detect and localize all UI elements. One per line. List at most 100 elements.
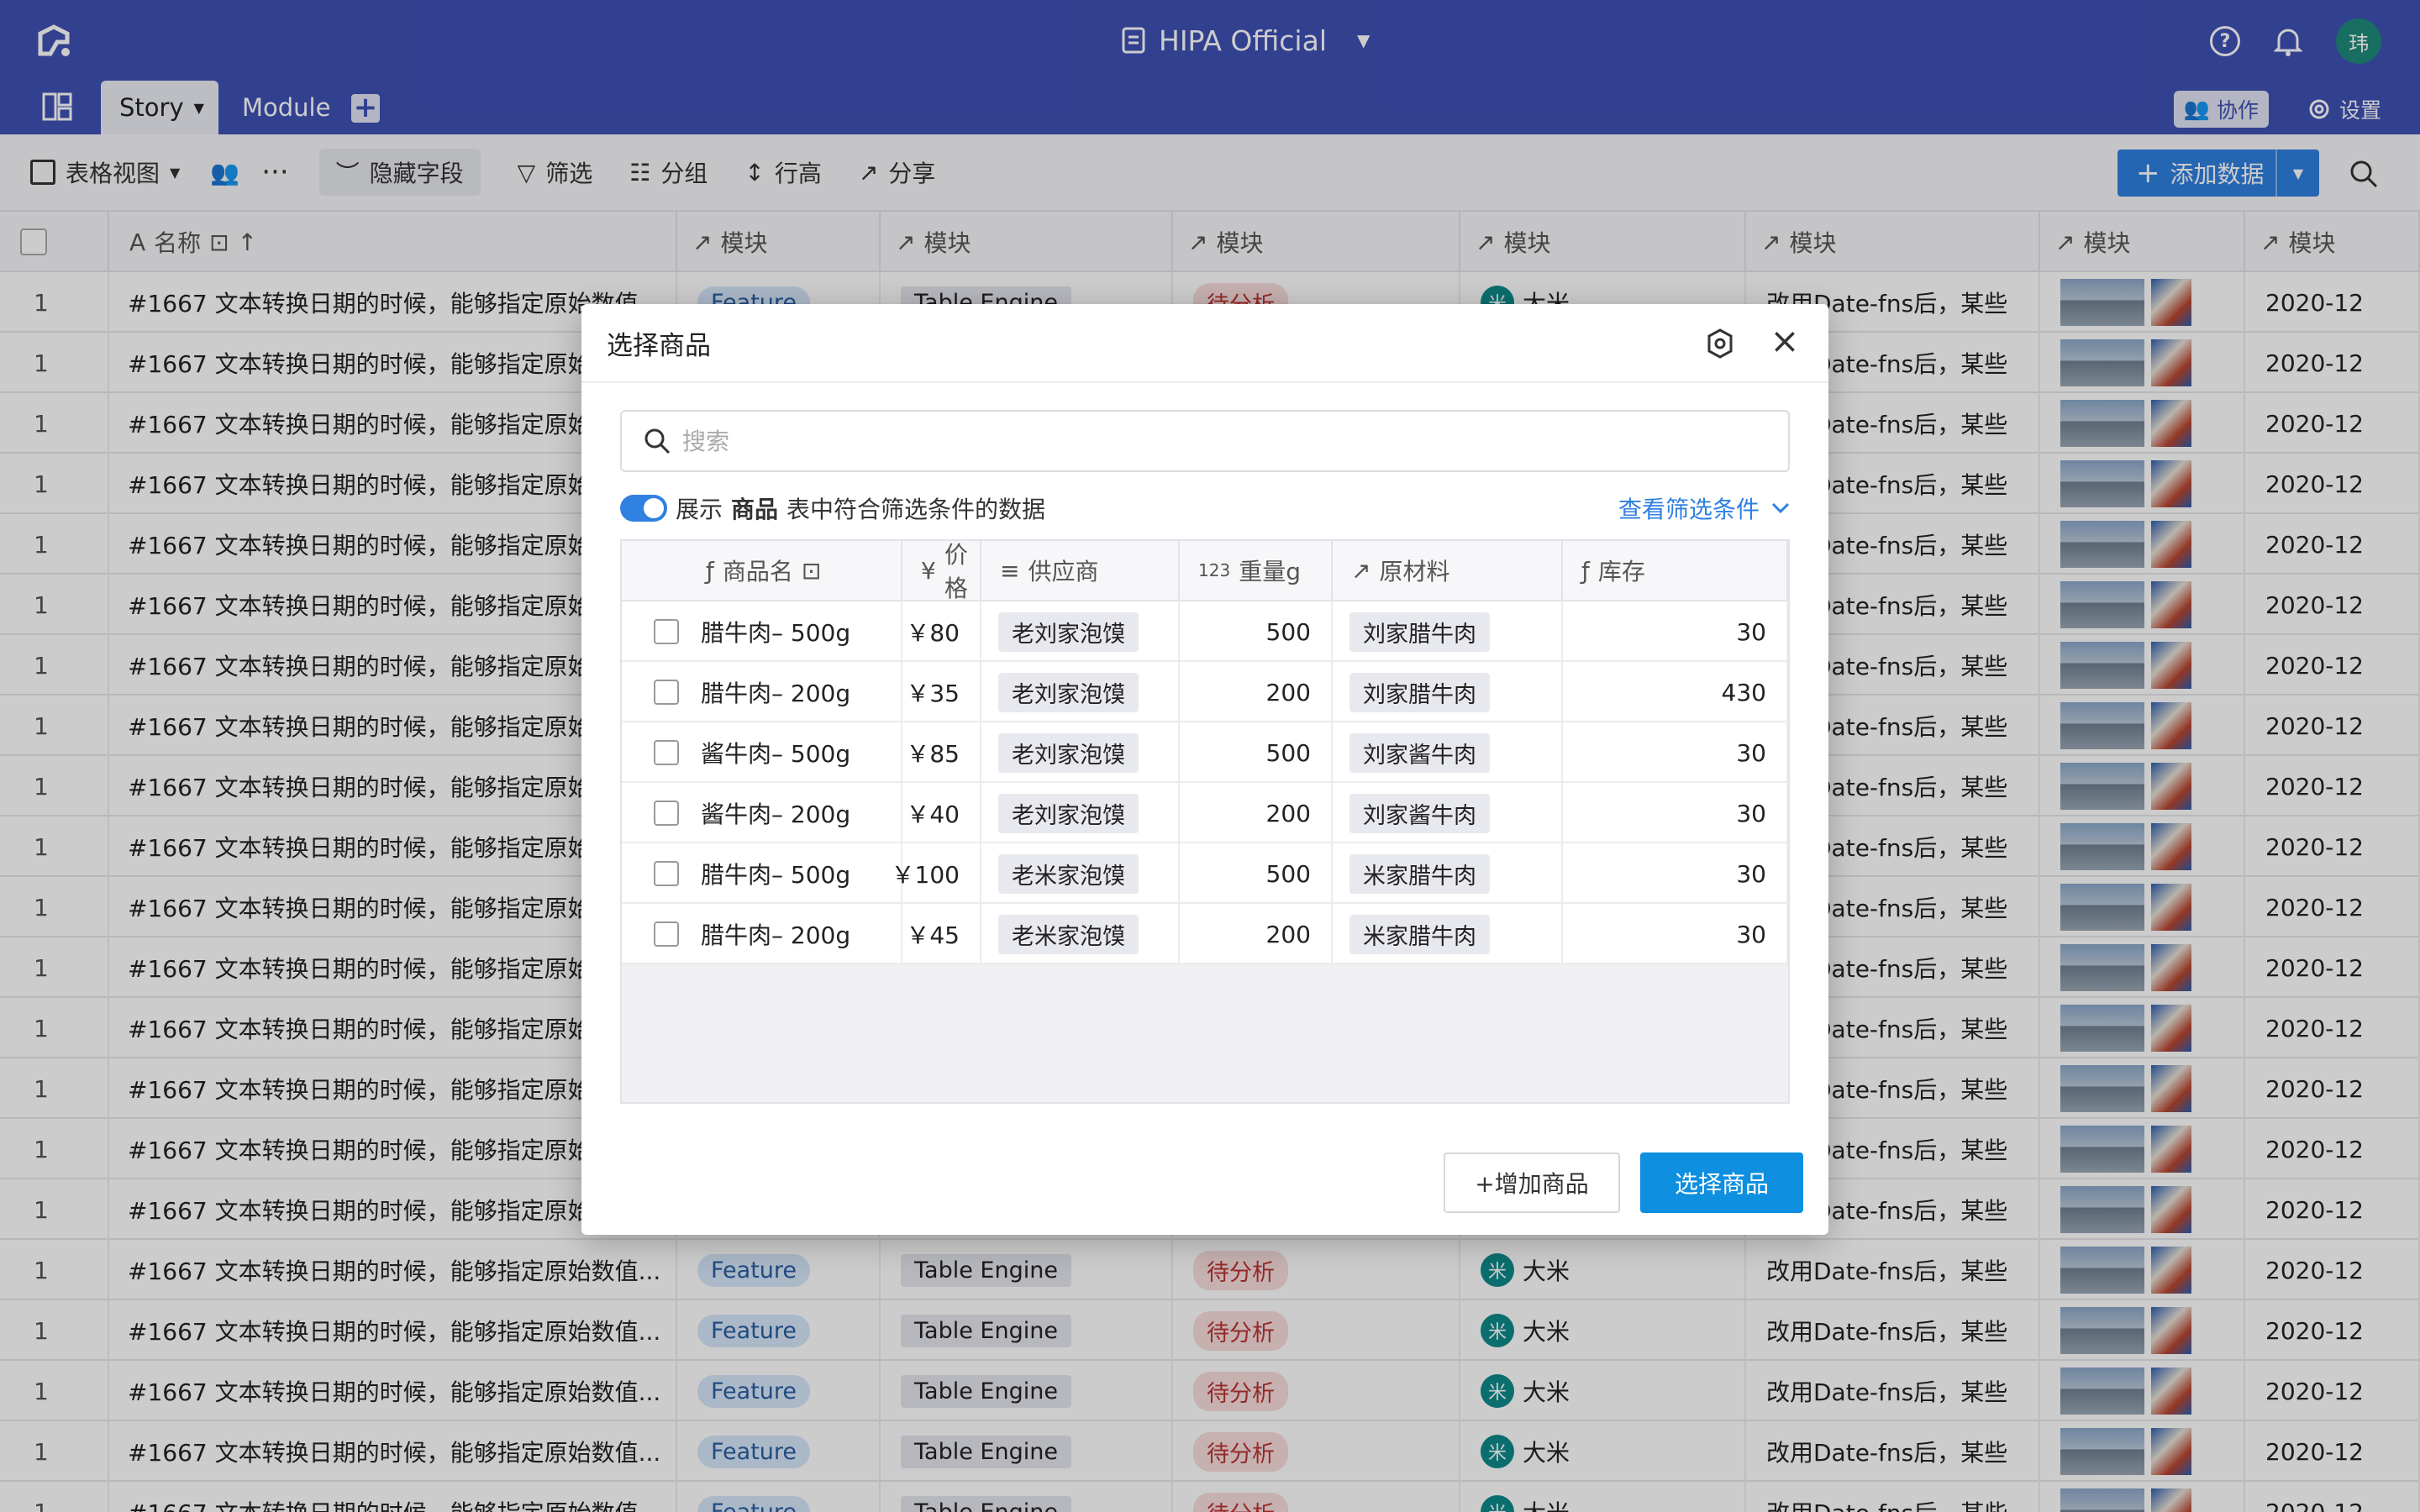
supplier-cell: 老米家泡馍 — [981, 904, 1180, 964]
product-name-cell[interactable]: 腊牛肉– 500g — [622, 843, 902, 904]
view-conditions-label: 查看筛选条件 — [1618, 496, 1760, 523]
lookup-icon: ≡ — [1000, 556, 1020, 585]
view-conditions-link[interactable]: 查看筛选条件 — [1618, 491, 1790, 525]
weight-cell: 200 — [1180, 904, 1333, 964]
row-checkbox[interactable] — [654, 801, 679, 826]
stock-cell: 30 — [1563, 904, 1788, 964]
material-cell: 刘家腊牛肉 — [1333, 662, 1563, 722]
filter-toggle-row: 展示 商品 表中符合筛选条件的数据 查看筛选条件 — [620, 487, 1790, 529]
material-cell: 刘家酱牛肉 — [1333, 783, 1563, 843]
material-chip: 米家腊牛肉 — [1349, 853, 1490, 894]
number-icon: 123 — [1198, 560, 1231, 580]
col-header-label: 库存 — [1597, 558, 1645, 585]
col-header-stock[interactable]: ƒ 库存 — [1563, 541, 1788, 601]
search-input[interactable] — [682, 427, 1691, 455]
supplier-cell: 老刘家泡馍 — [981, 783, 1180, 843]
supplier-chip: 老刘家泡馍 — [998, 793, 1139, 833]
supplier-chip: 老刘家泡馍 — [998, 672, 1139, 712]
link-field-icon: ↗ — [1351, 556, 1371, 585]
row-checkbox[interactable] — [654, 680, 679, 705]
supplier-cell: 老刘家泡馍 — [981, 722, 1180, 783]
col-header-label: 价格 — [944, 541, 968, 602]
weight-cell: 200 — [1180, 783, 1333, 843]
col-header-label: 原材料 — [1379, 558, 1450, 585]
dialog-title: 选择商品 — [607, 330, 711, 361]
supplier-chip: 老米家泡馍 — [998, 914, 1139, 954]
stock-cell: 30 — [1563, 601, 1788, 662]
product-row[interactable]: 腊牛肉– 200g ￥45 老米家泡馍 200 米家腊牛肉 30 — [622, 904, 1788, 964]
product-row[interactable]: 酱牛肉– 500g ￥85 老刘家泡馍 500 刘家酱牛肉 30 — [622, 722, 1788, 783]
weight-cell: 500 — [1180, 601, 1333, 662]
price-cell: ￥80 — [902, 601, 981, 662]
supplier-cell: 老刘家泡馍 — [981, 601, 1180, 662]
price-cell: ￥85 — [902, 722, 981, 783]
col-header-label: 供应商 — [1028, 558, 1099, 585]
search-icon — [644, 428, 671, 454]
row-checkbox[interactable] — [654, 921, 679, 947]
add-product-button[interactable]: +增加商品 — [1444, 1152, 1620, 1213]
formula-icon: ƒ — [706, 556, 714, 585]
price-cell: ￥35 — [902, 662, 981, 722]
product-name: 腊牛肉– 500g — [701, 861, 851, 889]
product-name: 酱牛肉– 200g — [701, 801, 851, 828]
product-row[interactable]: 腊牛肉– 500g ￥80 老刘家泡馍 500 刘家腊牛肉 30 — [622, 601, 1788, 662]
price-cell: ￥45 — [902, 904, 981, 964]
product-name-cell[interactable]: 酱牛肉– 500g — [622, 722, 902, 783]
weight-cell: 200 — [1180, 662, 1333, 722]
col-header-price[interactable]: ¥ 价格 — [902, 541, 981, 602]
row-checkbox[interactable] — [654, 861, 679, 886]
material-chip: 刘家酱牛肉 — [1349, 793, 1490, 833]
product-table: ƒ 商品名 ⊡ ¥ 价格 ≡ 供应商 123 重量g ↗ 原材料 ƒ 库存 腊牛肉– 500g… — [620, 539, 1790, 1104]
product-name: 腊牛肉– 200g — [701, 680, 851, 707]
row-checkbox[interactable] — [654, 619, 679, 644]
supplier-chip: 老刘家泡馍 — [998, 612, 1139, 652]
filter-table-name: 商品 — [731, 496, 779, 523]
col-header-material[interactable]: ↗ 原材料 — [1333, 541, 1563, 601]
product-name-cell[interactable]: 酱牛肉– 200g — [622, 783, 902, 843]
material-cell: 米家腊牛肉 — [1333, 904, 1563, 964]
chevron-down-icon — [1771, 502, 1790, 514]
material-chip: 刘家腊牛肉 — [1349, 612, 1490, 652]
product-row[interactable]: 腊牛肉– 200g ￥35 老刘家泡馍 200 刘家腊牛肉 430 — [622, 662, 1788, 722]
product-name: 酱牛肉– 500g — [701, 740, 851, 768]
select-product-dialog: 选择商品 × 展示 商品 表中符合筛选条件的数据 查看筛选条件 ƒ 商品名 ⊡ ¥ 价… — [581, 304, 1828, 1235]
price-cell: ￥100 — [892, 843, 981, 904]
product-name-cell[interactable]: 腊牛肉– 200g — [622, 904, 902, 964]
price-cell: ￥40 — [902, 783, 981, 843]
dialog-footer: +增加商品 选择商品 — [1444, 1152, 1803, 1213]
dialog-header: 选择商品 — [581, 304, 1828, 383]
settings-gear-icon[interactable] — [1704, 328, 1736, 360]
row-checkbox[interactable] — [654, 740, 679, 765]
col-header-label: 重量g — [1239, 558, 1301, 585]
col-header-supplier[interactable]: ≡ 供应商 — [981, 541, 1180, 601]
close-icon[interactable]: × — [1766, 323, 1803, 361]
stock-cell: 30 — [1563, 843, 1788, 904]
show-filtered-toggle[interactable] — [620, 495, 667, 522]
stock-cell: 430 — [1563, 662, 1788, 722]
product-name: 腊牛肉– 200g — [701, 921, 851, 949]
filter-suffix: 表中符合筛选条件的数据 — [786, 496, 1046, 523]
material-chip: 米家腊牛肉 — [1349, 914, 1490, 954]
product-name-cell[interactable]: 腊牛肉– 500g — [622, 601, 902, 662]
stock-cell: 30 — [1563, 722, 1788, 783]
material-cell: 刘家酱牛肉 — [1333, 722, 1563, 783]
product-name: 腊牛肉– 500g — [701, 619, 851, 647]
material-cell: 刘家腊牛肉 — [1333, 601, 1563, 662]
col-header-weight[interactable]: 123 重量g — [1180, 541, 1333, 601]
weight-cell: 500 — [1180, 843, 1333, 904]
stock-cell: 30 — [1563, 783, 1788, 843]
supplier-cell: 老刘家泡馍 — [981, 662, 1180, 722]
product-row[interactable]: 酱牛肉– 200g ￥40 老刘家泡馍 200 刘家酱牛肉 30 — [622, 783, 1788, 843]
weight-cell: 500 — [1180, 722, 1333, 783]
lock-icon: ⊡ — [801, 556, 822, 585]
formula-icon: ƒ — [1581, 556, 1590, 585]
col-header-product-name[interactable]: ƒ 商品名 ⊡ — [622, 541, 902, 601]
product-search-box[interactable] — [620, 410, 1790, 472]
col-header-label: 商品名 — [722, 558, 793, 585]
supplier-chip: 老刘家泡馍 — [998, 732, 1139, 773]
product-name-cell[interactable]: 腊牛肉– 200g — [622, 662, 902, 722]
product-row[interactable]: 腊牛肉– 500g ￥100 老米家泡馍 500 米家腊牛肉 30 — [622, 843, 1788, 904]
material-cell: 米家腊牛肉 — [1333, 843, 1563, 904]
select-product-button[interactable]: 选择商品 — [1640, 1152, 1803, 1213]
material-chip: 刘家腊牛肉 — [1349, 672, 1490, 712]
